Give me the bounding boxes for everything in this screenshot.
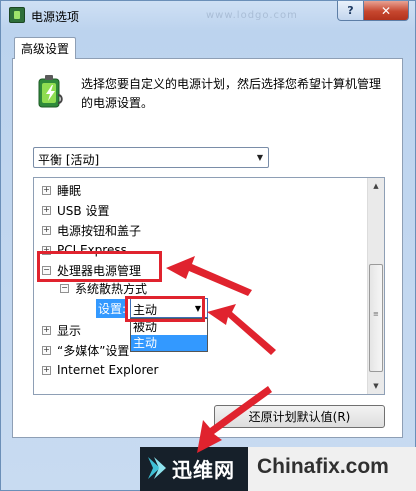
brand-name-en: Chinafix.com [257, 455, 389, 478]
window-title: 电源选项 [31, 10, 80, 24]
description-text: 选择您要自定义的电源计划，然后选择您希望计算机管理的电源设置。 [81, 77, 382, 110]
help-button[interactable]: ? [337, 1, 364, 21]
tree-item-cooling-policy[interactable]: − 系统散热方式 [60, 278, 147, 298]
dropdown-option-active[interactable]: 主动 [131, 335, 207, 351]
tree-item-label: Internet Explorer [57, 363, 159, 377]
expand-icon[interactable]: + [42, 205, 51, 215]
tree-item-label: 电源按钮和盖子 [57, 223, 142, 238]
power-plan-value: 平衡 [活动] [38, 153, 100, 167]
collapse-icon[interactable]: − [42, 265, 51, 275]
tree-item-internet-explorer[interactable]: + Internet Explorer [42, 360, 158, 380]
cooling-policy-select[interactable]: 主动 ▼ [130, 298, 208, 318]
tree-item-multimedia[interactable]: + “多媒体”设置 [42, 340, 129, 360]
tree-item-label: 处理器电源管理 [57, 263, 142, 278]
scroll-up-icon[interactable]: ▲ [368, 178, 384, 194]
expand-icon[interactable]: + [42, 185, 51, 195]
expand-icon[interactable]: + [42, 345, 51, 355]
restore-defaults-button[interactable]: 还原计划默认值(R) [214, 405, 385, 428]
tree-item-label: 睡眠 [57, 183, 82, 198]
vertical-scrollbar[interactable]: ▲ ≡ ▼ [367, 178, 384, 394]
tree-item-label: 显示 [57, 323, 82, 338]
scrollbar-thumb[interactable]: ≡ [369, 264, 383, 372]
scroll-down-icon[interactable]: ▼ [368, 378, 384, 394]
tree-item-usb[interactable]: + USB 设置 [42, 200, 109, 220]
collapse-icon[interactable]: − [60, 283, 69, 293]
dropdown-option-passive[interactable]: 被动 [131, 319, 207, 335]
tree-item-display[interactable]: + 显示 [42, 320, 81, 340]
close-button[interactable]: ✕ [363, 1, 409, 21]
tree-item-label: 系统散热方式 [75, 281, 148, 296]
chevron-down-icon: ▼ [194, 303, 202, 313]
grip-icon: ≡ [373, 310, 379, 318]
expand-icon[interactable]: + [42, 325, 51, 335]
settings-tree[interactable]: + 睡眠 + USB 设置 + 电源按钮和盖子 + PCI Express − … [33, 177, 385, 395]
expand-icon[interactable]: + [42, 225, 51, 235]
tree-item-label: USB 设置 [57, 203, 110, 218]
cooling-policy-dropdown[interactable]: 被动 主动 [130, 318, 208, 352]
expand-icon[interactable]: + [42, 365, 51, 375]
brand-name-cn: 迅维网 [172, 458, 235, 482]
setting-label: 设置: [96, 298, 129, 318]
battery-icon [38, 75, 63, 108]
chevron-down-icon: ▼ [256, 153, 264, 162]
power-options-icon [9, 7, 25, 23]
tree-item-pci-express[interactable]: + PCI Express [42, 240, 127, 260]
brand-logo-icon [148, 457, 166, 479]
tree-item-label: “多媒体”设置 [57, 343, 130, 358]
tree-item-sleep[interactable]: + 睡眠 [42, 180, 81, 200]
tree-item-label: PCI Express [57, 243, 127, 257]
setting-row: 设置: [96, 298, 129, 318]
cooling-policy-value: 主动 [133, 303, 158, 317]
title-bar[interactable]: 电源选项 www.lodgo.com ? ✕ [1, 1, 415, 31]
power-options-window: 电源选项 www.lodgo.com ? ✕ 高级设置 选择您要自定义的电源计划… [0, 0, 416, 491]
watermark-text: www.lodgo.com [206, 10, 298, 21]
power-plan-select[interactable]: 平衡 [活动] ▼ [33, 147, 269, 168]
tree-item-power-buttons[interactable]: + 电源按钮和盖子 [42, 220, 141, 240]
tab-advanced-settings[interactable]: 高级设置 [14, 37, 76, 59]
tree-item-processor-power[interactable]: − 处理器电源管理 [42, 260, 141, 280]
expand-icon[interactable]: + [42, 245, 51, 255]
